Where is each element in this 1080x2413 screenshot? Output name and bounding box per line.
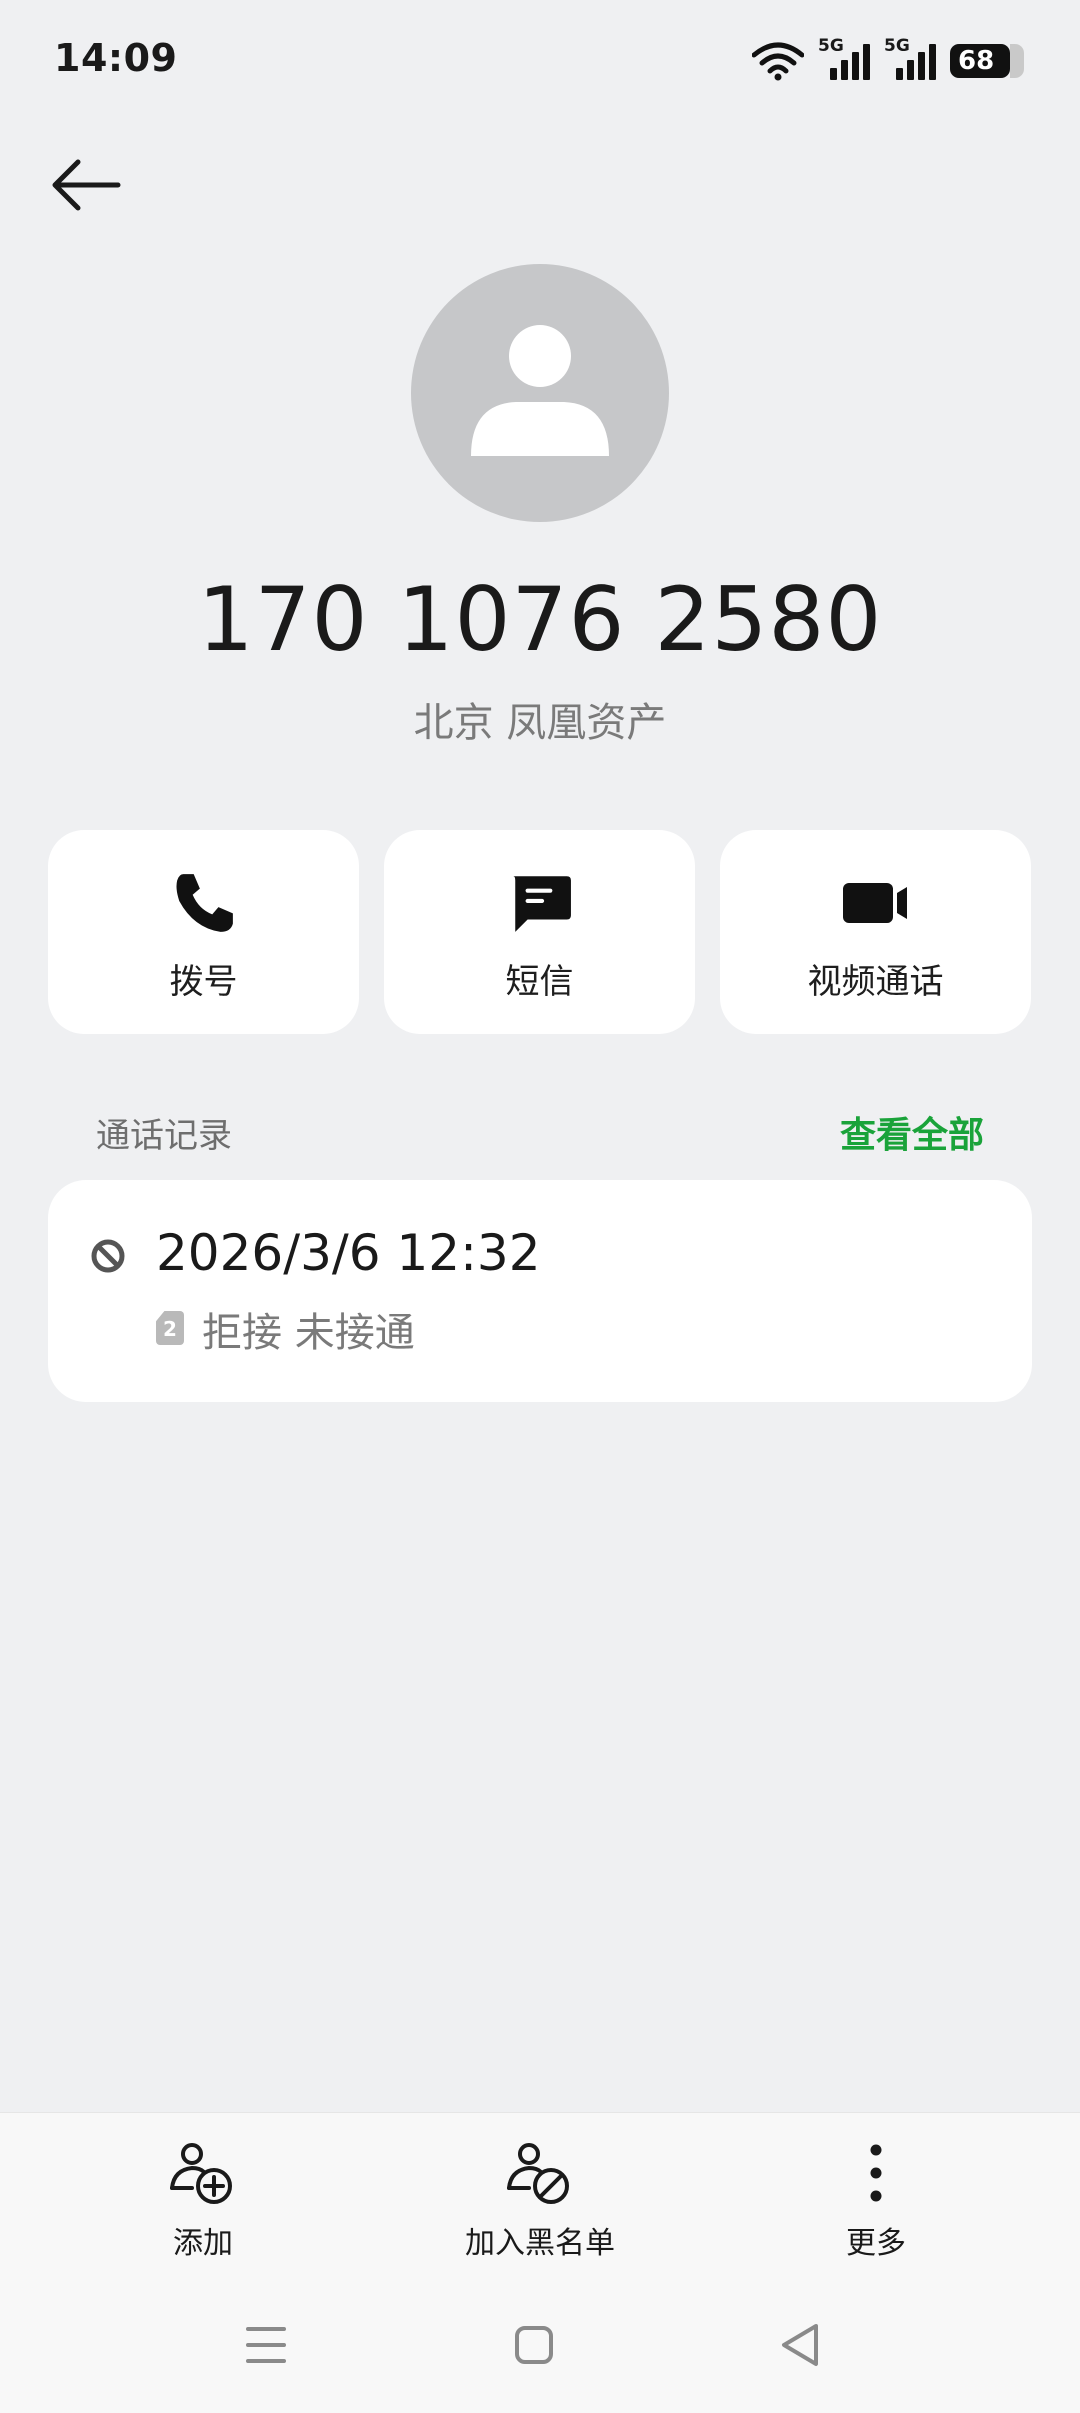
blacklist-label: 加入黑名单 — [465, 2226, 615, 2261]
call-record-datetime: 2026/3/6 12:32 — [156, 1224, 541, 1282]
more-vertical-icon — [870, 2144, 882, 2202]
phone-number: 170 1076 2580 — [197, 568, 883, 671]
message-label: 短信 — [505, 962, 574, 1002]
blocked-icon — [91, 1239, 125, 1273]
add-contact-icon — [170, 2143, 232, 2204]
view-all-link[interactable]: 查看全部 — [840, 1106, 984, 1158]
person-icon — [471, 325, 609, 456]
call-record-item[interactable] — [48, 1180, 1032, 1402]
dial-label: 拨号 — [169, 962, 238, 1002]
call-records-title: 通话记录 — [96, 1116, 232, 1156]
video-call-label: 视频通话 — [807, 962, 944, 1002]
call-record-status: 拒接 未接通 — [202, 1310, 415, 1356]
add-label: 添加 — [173, 2226, 233, 2261]
phone-icon — [176, 874, 233, 932]
home-nav-icon[interactable] — [514, 2320, 554, 2370]
number-location: 北京 凤凰资产 — [413, 700, 667, 746]
wifi-icon — [752, 42, 804, 81]
more-label: 更多 — [846, 2226, 906, 2261]
menu-nav-icon[interactable] — [246, 2320, 286, 2370]
message-button[interactable]: 短信 — [384, 830, 695, 1034]
signal-icon-1: 5G — [818, 36, 870, 84]
video-icon — [842, 883, 907, 923]
status-icons: 5G 5G 68 — [752, 36, 1024, 86]
add-to-blacklist-button[interactable]: 加入黑名单 — [410, 2140, 670, 2262]
block-contact-icon — [507, 2143, 569, 2204]
message-icon — [512, 876, 571, 932]
status-time: 14:09 — [54, 36, 178, 80]
back-nav-icon[interactable] — [778, 2320, 822, 2370]
add-contact-button[interactable]: 添加 — [73, 2140, 333, 2262]
battery-icon: 68 — [950, 44, 1024, 78]
back-arrow-icon[interactable] — [48, 150, 124, 220]
avatar — [411, 264, 669, 522]
battery-level: 68 — [958, 46, 995, 76]
video-call-button[interactable]: 视频通话 — [720, 830, 1031, 1034]
dial-button[interactable]: 拨号 — [48, 830, 359, 1034]
more-button[interactable]: 更多 — [746, 2140, 1006, 2262]
signal-icon-2: 5G — [884, 36, 936, 84]
